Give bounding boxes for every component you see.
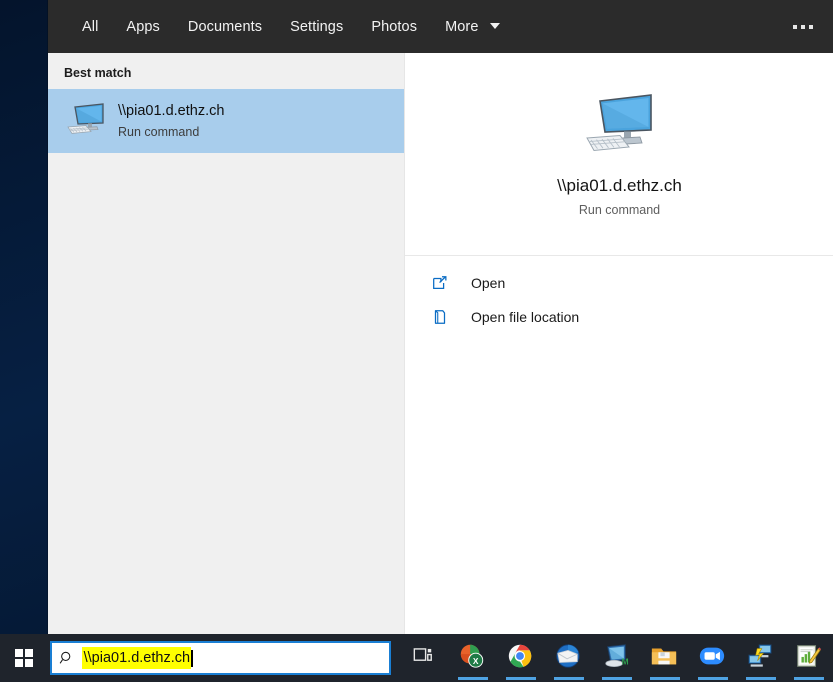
windows-logo-pane: [25, 649, 33, 657]
start-button[interactable]: [0, 634, 48, 682]
taskbar-item-remote-desktop[interactable]: M: [593, 634, 641, 682]
chevron-down-icon: [489, 22, 500, 29]
best-match-heading: Best match: [64, 66, 132, 80]
search-flyout: All Apps Documents Settings Photos More …: [48, 0, 833, 634]
results-column: Best match \\pia01.d.ethz.ch Run command: [48, 53, 404, 634]
zoom-video-icon: [698, 642, 728, 672]
detail-preview: \\pia01.d.ethz.ch Run command: [405, 53, 833, 245]
windows-logo-pane: [25, 659, 33, 667]
tab-all[interactable]: All: [68, 12, 112, 42]
tab-more[interactable]: More: [431, 12, 514, 42]
office-suite-icon: X: [458, 642, 488, 672]
result-item-pia01[interactable]: \\pia01.d.ethz.ch Run command: [48, 89, 404, 153]
tab-apps-label: Apps: [126, 18, 160, 35]
ellipsis-icon[interactable]: [783, 11, 823, 43]
action-open-file-location-label: Open file location: [471, 309, 580, 325]
taskbar-item-chrome[interactable]: [497, 634, 545, 682]
task-view-icon: [410, 642, 440, 672]
task-view-button[interactable]: [401, 634, 449, 682]
taskbar: \\pia01.d.ethz.ch X M: [0, 634, 833, 682]
notepad-editor-icon: [794, 642, 824, 672]
taskbar-item-notepad[interactable]: [785, 634, 833, 682]
windows-logo-pane: [14, 649, 23, 657]
search-value-wrap: \\pia01.d.ethz.ch: [81, 643, 193, 673]
tab-photos-label: Photos: [371, 18, 418, 35]
search-input-value: \\pia01.d.ethz.ch: [81, 647, 192, 669]
filter-tabs: All Apps Documents Settings Photos More: [68, 12, 514, 42]
open-external-icon: [429, 272, 451, 294]
svg-text:M: M: [622, 656, 629, 666]
detail-subtitle: Run command: [578, 202, 661, 217]
taskbar-item-file-explorer[interactable]: [641, 634, 689, 682]
windows-logo-icon: [14, 649, 33, 667]
tab-documents[interactable]: Documents: [174, 12, 276, 42]
result-item-subtitle: Run command: [118, 124, 200, 139]
computer-monitor-icon: [579, 88, 661, 162]
computer-monitor-icon: [64, 99, 108, 143]
file-explorer-icon: [650, 642, 680, 672]
result-item-title: \\pia01.d.ethz.ch: [118, 102, 225, 119]
remote-desktop-icon: M: [602, 642, 632, 672]
svg-text:X: X: [473, 656, 479, 666]
outlook-mail-icon: [554, 642, 584, 672]
windows-logo-pane: [14, 659, 23, 667]
tab-all-label: All: [82, 18, 99, 35]
detail-actions: Open Open file location: [405, 256, 833, 334]
tab-settings-label: Settings: [290, 18, 344, 35]
taskbar-icons: X M: [401, 634, 833, 682]
chrome-icon: [506, 642, 536, 672]
result-item-text: \\pia01.d.ethz.ch Run command: [118, 102, 224, 141]
ellipsis-dot: [809, 25, 813, 29]
action-open[interactable]: Open: [405, 266, 833, 300]
tab-settings[interactable]: Settings: [276, 12, 357, 42]
taskbar-item-office[interactable]: X: [449, 634, 497, 682]
text-caret: [191, 649, 193, 667]
action-open-label: Open: [471, 275, 506, 291]
taskbar-item-network-connection[interactable]: [737, 634, 785, 682]
tab-photos[interactable]: Photos: [357, 12, 431, 42]
detail-column: \\pia01.d.ethz.ch Run command Open Open …: [404, 53, 833, 634]
tab-documents-label: Documents: [187, 18, 263, 35]
ellipsis-dot: [793, 25, 797, 29]
ellipsis-dot: [801, 25, 805, 29]
search-filter-bar: All Apps Documents Settings Photos More: [48, 0, 833, 53]
taskbar-item-outlook[interactable]: [545, 634, 593, 682]
detail-title: \\pia01.d.ethz.ch: [557, 175, 682, 195]
tab-more-label: More: [445, 18, 479, 35]
search-icon: [52, 650, 82, 666]
folder-location-icon: [429, 306, 451, 328]
network-connection-icon: [746, 642, 776, 672]
taskbar-item-zoom[interactable]: [689, 634, 737, 682]
tab-apps[interactable]: Apps: [112, 12, 173, 42]
action-open-file-location[interactable]: Open file location: [405, 300, 833, 334]
search-input[interactable]: \\pia01.d.ethz.ch: [49, 641, 391, 675]
screen: All Apps Documents Settings Photos More …: [0, 0, 833, 682]
